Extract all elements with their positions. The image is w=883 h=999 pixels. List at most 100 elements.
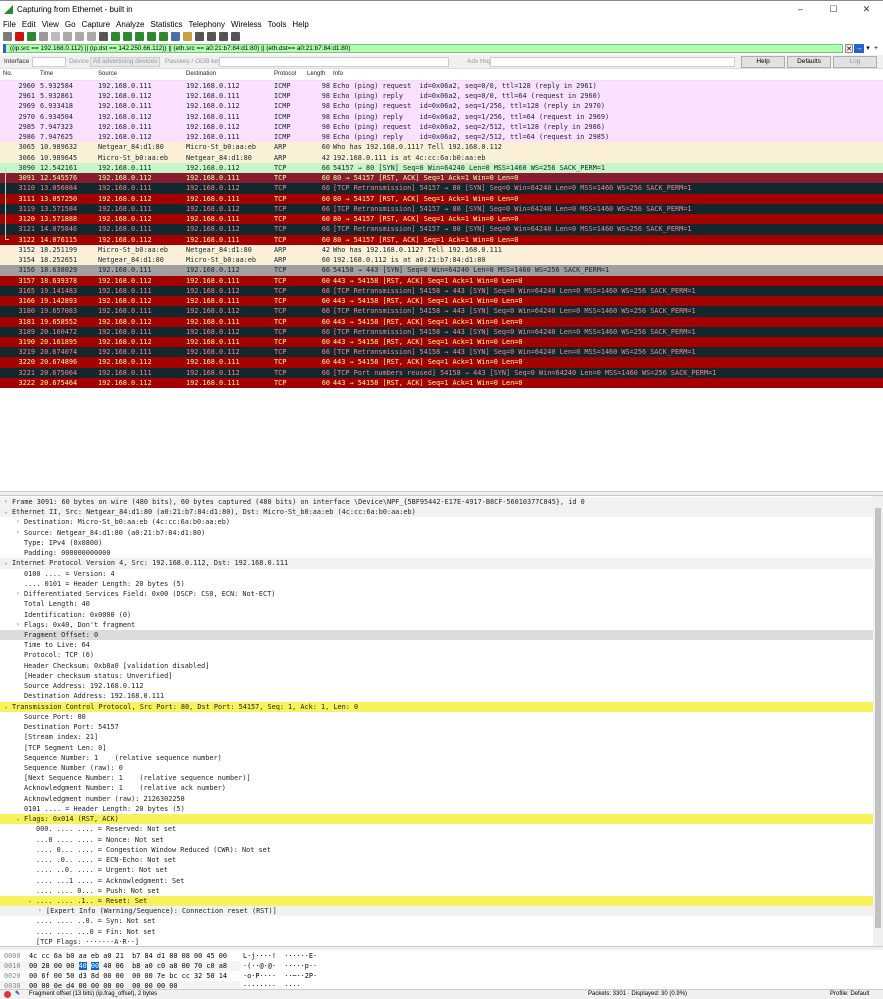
ascii-bytes[interactable]: ·o·P···· ··~··2P· [243, 971, 317, 981]
detail-item[interactable]: › Source: Netgear_84:d1:80 (a0:21:b7:84:d… [0, 528, 873, 538]
detail-item[interactable]: [TCP Segment Len: 0] [0, 743, 873, 753]
detail-item[interactable]: Source Address: 192.168.0.112 [0, 681, 873, 691]
hex-byte[interactable]: 80 [169, 952, 177, 960]
packet-row[interactable]: 3165 19.141483 192.168.0.111 192.168.0.112 T… [0, 285, 883, 297]
zoom-out-icon[interactable] [207, 32, 216, 41]
menu-analyze[interactable]: Analyze [113, 20, 147, 29]
detail-item[interactable]: ⌄ Ethernet II, Src: Netgear_84:d1:80 (a0:… [0, 507, 873, 518]
hex-byte[interactable]: 7e [157, 972, 165, 980]
hex-byte[interactable]: 28 [41, 962, 49, 970]
menu-capture[interactable]: Capture [79, 20, 113, 29]
packet-row[interactable]: 3091 12.545576 192.168.0.112 192.168.0.111 T… [0, 173, 883, 184]
detail-item[interactable]: 0101 .... = Header Length: 20 bytes (5) [0, 804, 873, 814]
detail-item[interactable]: .... .... ...0 = Fin: Not set [0, 927, 873, 937]
packet-row[interactable]: 3181 19.658552 192.168.0.112 192.168.0.111 T… [0, 316, 883, 327]
packet-row[interactable]: 3222 20.675464 192.168.0.112 192.168.0.111 T… [0, 377, 883, 389]
hex-byte[interactable]: 00 [194, 952, 202, 960]
detail-item[interactable]: .... 0... .... = Congestion Window Reduc… [0, 845, 873, 855]
hex-byte[interactable]: a0 [103, 952, 111, 960]
detail-item[interactable]: ...0 .... .... = Nonce: Not set [0, 835, 873, 845]
packet-row[interactable]: 3120 13.571888 192.168.0.112 192.168.0.111 T… [0, 214, 883, 225]
adv-hop-input[interactable] [490, 57, 735, 67]
device-select[interactable]: All advertising devices [90, 57, 160, 67]
hex-byte[interactable]: 14 [219, 972, 227, 980]
detail-item[interactable]: ⌄ .... .... .1.. = Reset: Set [0, 895, 873, 907]
minimize-button[interactable]: – [784, 1, 817, 18]
chevron-right-icon[interactable]: › [16, 517, 20, 527]
hex-byte[interactable]: c0 [157, 962, 165, 970]
packet-row[interactable]: 3220 20.674896 192.168.0.112 192.168.0.111 T… [0, 357, 883, 368]
forward-icon[interactable] [123, 32, 132, 41]
menu-file[interactable]: File [0, 20, 19, 29]
defaults-button[interactable]: Defaults [787, 56, 831, 68]
column-time[interactable]: Time [40, 71, 53, 77]
first-packet-icon[interactable] [147, 32, 156, 41]
hex-byte[interactable]: 00 [219, 952, 227, 960]
apply-filter-icon[interactable]: → [854, 44, 864, 53]
detail-item[interactable]: Source Port: 80 [0, 712, 873, 722]
chevron-down-icon[interactable]: ⌄ [4, 702, 8, 712]
column-destination[interactable]: Destination [186, 71, 216, 77]
display-filter-input[interactable]: ((ip.src == 192.168.0.112) || (ip.dst ==… [3, 44, 843, 53]
column-protocol[interactable]: Protocol [274, 71, 296, 77]
hex-byte[interactable]: 8d [91, 972, 99, 980]
details-scrollbar[interactable] [873, 496, 883, 946]
save-icon[interactable] [63, 32, 72, 41]
detail-item[interactable]: › Differentiated Services Field: 0x00 (DS… [0, 589, 873, 599]
packet-row[interactable]: 2969 6.933418 192.168.0.111 192.168.0.112 IC… [0, 101, 883, 112]
packet-row[interactable]: 2961 5.932861 192.168.0.112 192.168.0.111 IC… [0, 91, 883, 102]
column-source[interactable]: Source [98, 71, 117, 77]
column-no[interactable]: No. [3, 71, 12, 77]
hex-byte[interactable]: a8 [219, 962, 227, 970]
detail-item[interactable]: Header Checksum: 0xb8a0 [validation disa… [0, 661, 873, 671]
hex-byte[interactable]: 00 [54, 972, 62, 980]
stop-icon[interactable] [15, 32, 24, 41]
profile-label[interactable]: Profile: Default [830, 990, 869, 999]
maximize-button[interactable]: ☐ [817, 1, 850, 18]
packet-row[interactable]: 3066 10.989645 Micro-St_b0:aa:eb Netgear_84… [0, 152, 883, 163]
log-button[interactable]: Log [833, 56, 877, 68]
detail-item[interactable]: .... .0.. .... = ECN-Echo: Not set [0, 855, 873, 865]
hex-byte[interactable]: 40 [78, 962, 87, 970]
detail-item[interactable]: Destination Address: 192.168.0.111 [0, 691, 873, 701]
detail-item[interactable]: 0100 .... = Version: 4 [0, 569, 873, 579]
hex-byte[interactable]: b7 [132, 952, 140, 960]
hex-byte[interactable]: 06 [116, 962, 124, 970]
hex-byte[interactable]: bc [169, 972, 177, 980]
find-icon[interactable] [99, 32, 108, 41]
detail-item[interactable]: [TCP Flags: ·······A·R··] [0, 937, 873, 946]
open-icon[interactable] [51, 32, 60, 41]
detail-item[interactable]: ⌄ Flags: 0x014 (RST, ACK) [0, 814, 873, 825]
detail-item[interactable]: Acknowledgment number (raw): 2126302258 [0, 794, 873, 804]
detail-item[interactable]: › Destination: Micro-St_b0:aa:eb (4c:cc:6… [0, 517, 873, 527]
hex-byte[interactable]: 45 [206, 952, 214, 960]
hex-bytes[interactable]: 00 6f 00 50 d3 8d 00 00 00 00 7e bc cc 3… [29, 971, 231, 981]
detail-item[interactable]: 000. .... .... = Reserved: Not set [0, 824, 873, 834]
detail-item[interactable]: ⌄ Internet Protocol Version 4, Src: 192.1… [0, 558, 873, 569]
interface-select[interactable] [32, 57, 66, 67]
packet-row[interactable]: 3065 10.989632 Netgear_84:d1:80 Micro-St_b0… [0, 142, 883, 153]
chevron-down-icon[interactable]: ⌄ [4, 507, 8, 517]
scrollbar-thumb[interactable] [875, 508, 881, 928]
hex-byte[interactable]: eb [91, 952, 99, 960]
detail-item[interactable]: › Flags: 0x40, Don't fragment [0, 620, 873, 630]
hex-byte[interactable]: 6a [54, 952, 62, 960]
packet-row[interactable]: 2985 7.947323 192.168.0.111 192.168.0.112 IC… [0, 121, 883, 133]
hex-byte[interactable]: 00 [29, 962, 37, 970]
column-length[interactable]: Length [307, 71, 325, 77]
hex-byte[interactable]: 00 [182, 962, 190, 970]
close-button[interactable]: ✕ [850, 1, 883, 18]
packet-row[interactable]: 3157 18.639378 192.168.0.112 192.168.0.111 T… [0, 275, 883, 286]
edit-comment-icon[interactable]: ✎ [15, 990, 20, 999]
chevron-down-icon[interactable]: ⌄ [4, 558, 8, 568]
detail-item[interactable]: [Next Sequence Number: 1 (relative seque… [0, 773, 873, 783]
hex-byte[interactable]: cc [182, 972, 190, 980]
expert-info-icon[interactable] [4, 991, 11, 998]
menu-wireless[interactable]: Wireless [228, 20, 265, 29]
chevron-right-icon[interactable]: › [16, 589, 20, 599]
hex-byte[interactable]: 50 [66, 972, 74, 980]
menu-tools[interactable]: Tools [265, 20, 290, 29]
add-filter-button[interactable]: + [872, 44, 880, 53]
menu-view[interactable]: View [39, 20, 62, 29]
hex-byte[interactable]: d1 [157, 952, 165, 960]
